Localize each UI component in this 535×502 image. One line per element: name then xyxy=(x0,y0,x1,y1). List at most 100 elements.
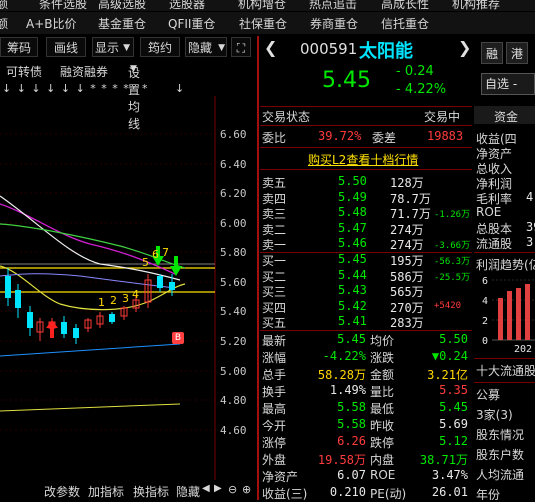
menu-item-jijin[interactable]: 基金重仓 xyxy=(98,15,146,32)
jiazhibiao-button[interactable]: 加指标 xyxy=(88,483,124,500)
expand-icon[interactable]: ⛶ xyxy=(231,37,251,57)
chevron-down-icon: ▼ xyxy=(123,43,130,53)
bid-delta: +5420 xyxy=(434,300,462,311)
bid-delta: -56.3万 xyxy=(434,257,471,267)
y-tick-620: 6.20 xyxy=(220,187,247,200)
kline-chart[interactable]: 6.60 6.40 6.20 6.00 5.80 5.60 5.40 5.20 … xyxy=(0,96,258,480)
stat-label: 涨幅 xyxy=(262,351,287,365)
xianshi-dropdown[interactable]: 显示 ▼ xyxy=(92,37,134,57)
menu-item-redian[interactable]: 热点追击 xyxy=(309,0,357,11)
price-change: - 0.24 xyxy=(396,64,434,79)
gaicanshu-button[interactable]: 改参数 xyxy=(44,483,80,500)
menu-item-gaoji[interactable]: 高级选股 xyxy=(98,0,146,11)
yincang-dropdown[interactable]: 隐藏 ▼ xyxy=(185,37,227,57)
rongzi-link[interactable]: 融资融券 xyxy=(60,63,108,80)
finance-value: 4 xyxy=(526,190,534,204)
huaxian-button[interactable]: 画线 xyxy=(46,37,86,57)
stat-label: PE(动) xyxy=(370,487,407,501)
stat-label: 收益(三) xyxy=(262,487,308,501)
stat-label: 最低 xyxy=(370,402,395,416)
stat-label: 净资产 xyxy=(262,470,299,484)
zoom-in-icon[interactable]: ⊕ xyxy=(242,483,251,496)
arrow-right-icon[interactable]: ▶ xyxy=(214,483,222,494)
zijin-tab[interactable]: 资金 xyxy=(494,108,518,125)
y-tick-600: 6.00 xyxy=(220,217,247,230)
menu-item-xintuo[interactable]: 信托重仓 xyxy=(381,15,429,32)
chart-options-bar: 可转债 融资融券 设置均线 ▼ xyxy=(0,62,258,131)
ask-volume: 78.7万 xyxy=(390,191,431,206)
stat-value: 26.01 xyxy=(431,485,468,499)
prev-stock-icon[interactable]: ❮ xyxy=(264,38,277,57)
stat-label: 最高 xyxy=(262,402,287,416)
zixuan-dropdown[interactable]: 自选 - xyxy=(481,73,535,95)
chouma-button[interactable]: 筹码 xyxy=(0,37,38,57)
finance-value: 39 xyxy=(526,220,535,234)
markers-left: ↓ ↓ ↓ ↓ ↓ ↓ * * * * xyxy=(2,82,130,95)
fenxi-label: 年份 xyxy=(476,488,501,500)
wave-label-4: 4 xyxy=(132,288,139,301)
ask-volume: 274万 xyxy=(390,222,424,237)
menu-item-0[interactable]: 额 xyxy=(0,0,8,11)
stat-value: 3.47% xyxy=(431,468,468,482)
menu-item-jigou[interactable]: 机构增仓 xyxy=(238,0,286,11)
menu-item-qfii[interactable]: QFII重仓 xyxy=(168,15,215,32)
stat-label: 最新 xyxy=(262,334,287,348)
top-menu-bar: 额 条件选股 高级选股 选股器 机构增仓 热点追击 高成长性 机构推荐 xyxy=(0,0,535,11)
menu-item-gaocheng[interactable]: 高成长性 xyxy=(381,0,429,11)
bid-label: 买五 xyxy=(262,316,287,330)
menu-item-quanshang[interactable]: 券商重仓 xyxy=(310,15,358,32)
zixuan-label: 自选 - xyxy=(485,77,518,91)
stat-label: 外盘 xyxy=(262,453,287,467)
stat-label: 均价 xyxy=(370,334,395,348)
bid-volume: 283万 xyxy=(390,316,424,330)
weibi-label: 委比 xyxy=(262,131,287,145)
bid-label: 买四 xyxy=(262,300,287,315)
bid-volume: 195万 xyxy=(390,254,424,268)
rong-button[interactable]: 融 xyxy=(481,42,503,64)
price-change-pct: - 4.22% xyxy=(396,82,447,97)
xianshi-label: 显示 xyxy=(95,41,120,55)
menu-item-tiaojian[interactable]: 条件选股 xyxy=(39,0,87,11)
stat-label: 昨收 xyxy=(370,419,395,433)
y-tick-660: 6.60 xyxy=(220,128,247,141)
stat-value: ▼0.24 xyxy=(431,349,468,363)
ask-label: 卖五 xyxy=(262,176,287,190)
bid-label: 买三 xyxy=(262,285,287,299)
yincang-button[interactable]: 隐藏 xyxy=(176,483,200,500)
buy-arrow-icon xyxy=(46,320,58,338)
stat-value: 6.26 xyxy=(337,434,366,448)
stat-value: 0.210 xyxy=(329,485,366,499)
next-stock-icon[interactable]: ❯ xyxy=(458,38,471,57)
menu-item-shebao[interactable]: 社保重仓 xyxy=(239,15,287,32)
menu-item-jigoutui[interactable]: 机构推荐 xyxy=(452,0,500,11)
trend-year: 202 xyxy=(514,344,533,355)
arrow-left-icon[interactable]: ◀ xyxy=(202,483,210,494)
ask-price: 5.49 xyxy=(338,189,367,204)
stat-label: 涨跌 xyxy=(370,351,395,365)
stat-value: 58.28万 xyxy=(317,368,366,382)
bid-label: 买一 xyxy=(262,254,287,268)
stat-label: 今开 xyxy=(262,419,287,433)
chart-toolbar: 筹码 画线 显示 ▼ 筠约 隐藏 ▼ ⛶ xyxy=(0,36,258,58)
stat-value: 5.45 xyxy=(337,332,366,346)
huanzhibiao-button[interactable]: 换指标 xyxy=(133,483,169,500)
stat-label: ROE xyxy=(370,468,396,482)
l2-link[interactable]: 购买L2查看十档行情 xyxy=(308,151,418,168)
marker-down: ↓ xyxy=(175,82,186,95)
zoom-out-icon[interactable]: ⊖ xyxy=(228,483,237,496)
junyue-button[interactable]: 筠约 xyxy=(140,37,180,57)
stat-value: 1.49% xyxy=(329,383,366,397)
menu-item-xuanguqi[interactable]: 选股器 xyxy=(169,0,205,11)
ask-label: 卖四 xyxy=(262,191,287,206)
kezhuan-link[interactable]: 可转债 xyxy=(6,63,42,80)
ask-price: 5.48 xyxy=(338,205,367,219)
bid-price: 5.42 xyxy=(338,298,367,313)
weicha-value: 19883 xyxy=(427,129,464,143)
chevron-down-icon: ▼ xyxy=(218,43,225,53)
ask-delta: -1.26万 xyxy=(434,210,471,220)
holders-title: 十大流通股 xyxy=(476,364,535,378)
gang-button[interactable]: 港 xyxy=(506,42,528,64)
menu-item-abbijia[interactable]: A+B比价 xyxy=(26,15,77,32)
bid-volume: 586万 xyxy=(390,269,424,284)
signal-markers: ↓ ↓ ↓ ↓ ↓ ↓ * * * * * ↓ xyxy=(0,82,258,96)
